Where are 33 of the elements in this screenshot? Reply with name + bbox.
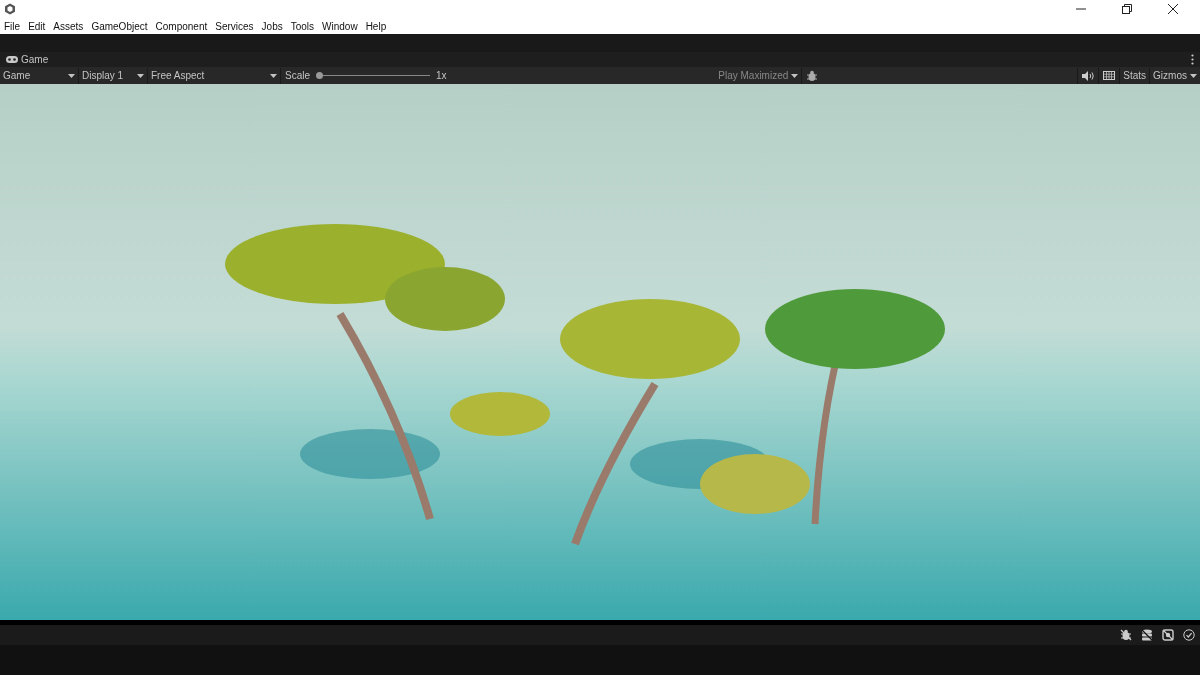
caret-icon <box>137 73 144 78</box>
aspect-dropdown[interactable]: Free Aspect <box>148 67 281 84</box>
menu-item[interactable]: Jobs <box>261 20 283 32</box>
more-options-icon[interactable] <box>1191 54 1194 65</box>
display-dropdown[interactable]: Display 1 <box>79 67 148 84</box>
menu-item[interactable]: Services <box>215 20 254 32</box>
gamepad-icon <box>6 56 18 63</box>
menu-item[interactable]: Tools <box>290 20 315 32</box>
network-icon[interactable] <box>1162 629 1174 641</box>
game-tab[interactable]: Game <box>6 54 49 65</box>
scale-label: Scale <box>285 70 310 81</box>
scale-reading: 1x <box>436 70 447 81</box>
menu-item[interactable]: Assets <box>53 20 84 32</box>
view-mode-dropdown[interactable]: Game <box>0 67 79 84</box>
close-icon[interactable] <box>1168 4 1178 14</box>
restore-icon[interactable] <box>1122 4 1132 14</box>
menu-item[interactable]: GameObject <box>91 20 148 32</box>
database-icon[interactable] <box>1141 629 1153 641</box>
menu-item[interactable]: Window <box>322 20 358 32</box>
stats-button[interactable]: Stats <box>1119 67 1150 84</box>
menu-item[interactable]: File <box>4 20 21 32</box>
menu-item[interactable]: Component <box>155 20 208 32</box>
menu-item[interactable]: Edit <box>28 20 46 32</box>
slider-thumb[interactable] <box>316 72 323 79</box>
gizmos-dropdown[interactable]: Gizmos <box>1149 67 1200 84</box>
caret-icon <box>791 73 799 78</box>
caret-icon <box>1190 73 1197 78</box>
play-mode-dropdown[interactable]: Play Maximized <box>715 70 802 81</box>
checkmark-icon[interactable] <box>1183 629 1195 641</box>
app-logo-icon <box>4 3 16 15</box>
caret-icon <box>270 73 277 78</box>
caret-icon <box>68 73 75 78</box>
menu-item[interactable]: Help <box>365 20 387 32</box>
